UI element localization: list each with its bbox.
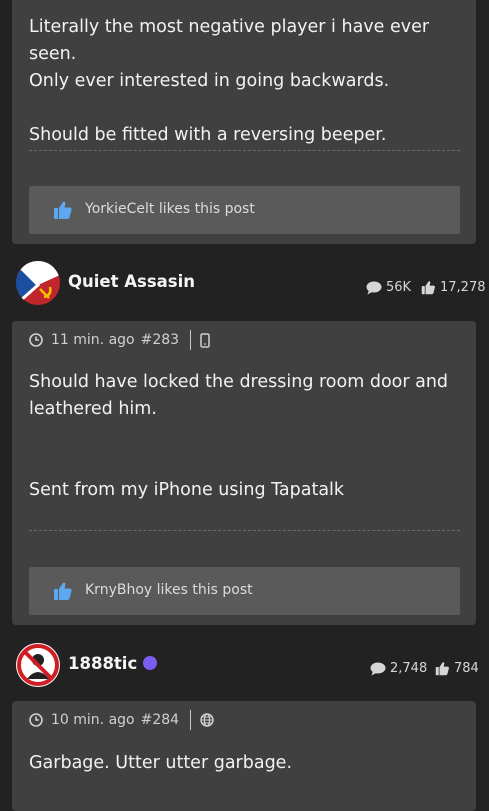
globe-icon (200, 713, 214, 727)
post-line: Sent from my iPhone using Tapatalk (29, 480, 345, 500)
post-line (29, 423, 459, 450)
post-meta: 11 min. ago #283 (29, 330, 210, 350)
post-body: Should have locked the dressing room doo… (29, 369, 459, 504)
post-card: 11 min. ago #283 Should have locked the … (12, 321, 476, 625)
post-line: Literally the most negative player i hav… (29, 17, 430, 64)
post-divider (29, 530, 460, 531)
post-time: 11 min. ago (51, 332, 135, 348)
likes-bar[interactable]: KrnyBhoy likes this post (29, 567, 460, 615)
likes-bar[interactable]: YorkieCelt likes this post (29, 186, 460, 234)
post-number[interactable]: #284 (141, 712, 179, 728)
thumbs-up-icon (54, 201, 72, 219)
meta-separator (190, 710, 192, 730)
avatar[interactable] (16, 643, 60, 687)
meta-separator (190, 330, 192, 350)
author-row: Quiet Assasin 56K 17,278 (0, 257, 489, 313)
thumbs-up-icon (435, 662, 449, 676)
post-body: Literally the most negative player i hav… (29, 14, 459, 149)
post-card: Literally the most negative player i hav… (12, 0, 476, 244)
post-card: 10 min. ago #284 Garbage. Utter utter ga… (12, 701, 476, 811)
post-line: Only ever interested in going backwards. (29, 71, 390, 91)
author-like-count: 17,278 (421, 280, 486, 295)
clock-icon (29, 333, 43, 347)
post-line (29, 450, 459, 477)
author-like-count: 784 (435, 661, 479, 676)
avatar-image (16, 261, 60, 305)
like-count-value: 784 (454, 661, 479, 676)
speech-bubble-icon (370, 662, 386, 675)
author-post-count: 2,748 (370, 661, 427, 676)
avatar[interactable] (16, 261, 60, 305)
post-line: Should be fitted with a reversing beeper… (29, 125, 387, 145)
speech-bubble-icon (366, 281, 382, 294)
post-meta: 10 min. ago #284 (29, 710, 214, 730)
post-count-value: 56K (386, 280, 412, 295)
online-status-badge (143, 656, 158, 670)
post-divider (29, 150, 460, 151)
avatar-image (16, 643, 60, 687)
mobile-device-icon (200, 332, 210, 348)
post-body: Garbage. Utter utter garbage. (29, 750, 459, 777)
clock-icon (29, 713, 43, 727)
author-post-count: 56K (366, 280, 411, 295)
author-name[interactable]: 1888tic (68, 654, 158, 673)
post-line: Should have locked the dressing room doo… (29, 372, 449, 392)
author-row: 1888tic 2,748 784 (0, 638, 489, 694)
likes-text: KrnyBhoy likes this post (85, 582, 253, 598)
post-count-value: 2,748 (390, 661, 428, 676)
likes-text: YorkieCelt likes this post (85, 201, 255, 217)
post-number[interactable]: #283 (141, 332, 179, 348)
author-name[interactable]: Quiet Assasin (68, 272, 195, 291)
author-name-text: 1888tic (68, 654, 138, 673)
post-line: leathered him. (29, 399, 157, 419)
thumbs-up-icon (421, 281, 435, 295)
post-time: 10 min. ago (51, 712, 135, 728)
post-line (29, 95, 459, 122)
like-count-value: 17,278 (440, 280, 486, 295)
post-line: Garbage. Utter utter garbage. (29, 753, 293, 773)
thumbs-up-icon (54, 582, 72, 600)
